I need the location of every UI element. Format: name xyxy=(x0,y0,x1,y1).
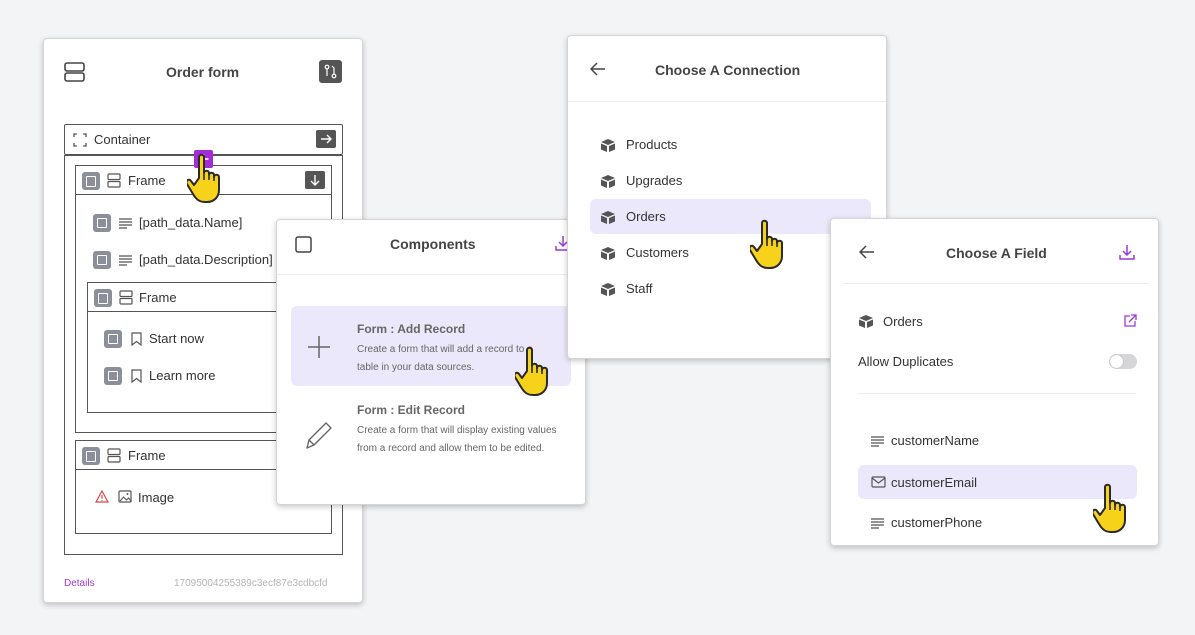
item-description-label[interactable]: [path_data.Description] xyxy=(139,252,273,267)
frame-icon xyxy=(107,173,121,188)
arrow-down-icon xyxy=(310,175,320,186)
field-label: customerName xyxy=(891,433,980,448)
arrow-right-icon xyxy=(321,134,332,144)
checkbox-icon[interactable] xyxy=(295,236,312,253)
table-3d-icon xyxy=(601,283,615,296)
details-link[interactable]: Details xyxy=(64,578,95,589)
hand-cursor-icon xyxy=(1093,483,1126,533)
hand-cursor-icon xyxy=(515,346,548,396)
connection-title: Choose A Connection xyxy=(655,62,801,78)
table-3d-icon xyxy=(601,211,615,224)
container-arrow-button[interactable] xyxy=(316,130,336,148)
plus-icon xyxy=(308,336,330,358)
text-icon xyxy=(119,255,132,266)
hand-cursor-icon xyxy=(187,153,220,203)
bookmark-icon xyxy=(131,332,142,346)
git-compare-button[interactable] xyxy=(319,60,342,83)
frame-handle-icon[interactable] xyxy=(94,289,112,307)
frame-label: Frame xyxy=(128,173,166,188)
connection-item-upgrades[interactable]: Upgrades xyxy=(598,172,848,192)
button-handle-icon[interactable] xyxy=(104,367,122,385)
container-focus-icon xyxy=(73,133,87,147)
connection-item-orders[interactable]: Orders xyxy=(598,208,848,228)
frame-handle-icon[interactable] xyxy=(82,172,100,190)
divider xyxy=(568,101,886,102)
connection-name: Orders xyxy=(883,314,923,329)
bookmark-icon xyxy=(131,369,142,383)
start-now-label[interactable]: Start now xyxy=(149,331,204,346)
table-3d-icon xyxy=(601,139,615,152)
item-name-label[interactable]: [path_data.Name] xyxy=(139,215,242,230)
connection-label: Upgrades xyxy=(626,173,683,188)
divider xyxy=(858,393,1136,394)
text-icon xyxy=(119,218,132,229)
external-link-icon[interactable] xyxy=(1123,314,1137,328)
back-arrow-icon[interactable] xyxy=(590,62,606,76)
field-title: Choose A Field xyxy=(946,245,1047,261)
frame-icon xyxy=(107,448,121,463)
button-handle-icon[interactable] xyxy=(104,330,122,348)
bottom-frame-label: Frame xyxy=(128,448,166,463)
components-title: Components xyxy=(390,236,476,252)
connection-label: Products xyxy=(626,137,678,152)
hand-cursor-icon xyxy=(750,219,783,269)
divider xyxy=(843,283,1149,284)
image-label[interactable]: Image xyxy=(138,490,174,505)
connection-item-staff[interactable]: Staff xyxy=(598,280,848,300)
table-3d-icon xyxy=(601,247,615,260)
connection-label: Customers xyxy=(626,245,689,260)
connection-label: Orders xyxy=(626,209,666,224)
table-3d-icon xyxy=(859,315,873,328)
field-label: customerPhone xyxy=(891,515,983,530)
connection-item-customers[interactable]: Customers xyxy=(598,244,848,264)
field-label: customerEmail xyxy=(891,475,977,490)
record-id: 17095004255389c3ecf87e3cdbcfd xyxy=(174,578,328,589)
allow-duplicates-toggle[interactable] xyxy=(1109,354,1137,369)
item-handle-icon[interactable] xyxy=(93,251,111,269)
add-record-title: Form : Add Record xyxy=(357,322,466,336)
warning-icon xyxy=(95,490,109,503)
connection-item-products[interactable]: Products xyxy=(598,136,848,156)
divider xyxy=(277,274,585,275)
learn-more-label[interactable]: Learn more xyxy=(149,368,215,383)
edit-record-title[interactable]: Form : Edit Record xyxy=(357,403,465,417)
git-compare-icon xyxy=(324,64,337,79)
allow-duplicates-label: Allow Duplicates xyxy=(858,354,954,369)
container-label: Container xyxy=(94,132,151,147)
image-icon xyxy=(118,490,132,503)
page-title: Order form xyxy=(166,64,240,80)
frame-icon xyxy=(119,290,133,305)
item-handle-icon[interactable] xyxy=(93,214,111,232)
table-3d-icon xyxy=(601,175,615,188)
text-icon xyxy=(871,436,884,447)
text-icon xyxy=(871,518,884,529)
frame-download-button[interactable] xyxy=(305,171,325,189)
connection-label: Staff xyxy=(626,281,653,296)
frame-handle-icon[interactable] xyxy=(82,447,100,465)
back-arrow-icon[interactable] xyxy=(859,245,875,259)
download-icon[interactable] xyxy=(1118,243,1136,261)
field-item-customername[interactable]: customerName xyxy=(858,431,1136,451)
layout-icon[interactable] xyxy=(64,62,85,82)
inner-frame-label: Frame xyxy=(139,290,177,305)
mail-icon xyxy=(871,476,886,488)
edit-record-description: Create a form that will display existing… xyxy=(357,425,557,454)
pencil-icon xyxy=(306,422,332,449)
